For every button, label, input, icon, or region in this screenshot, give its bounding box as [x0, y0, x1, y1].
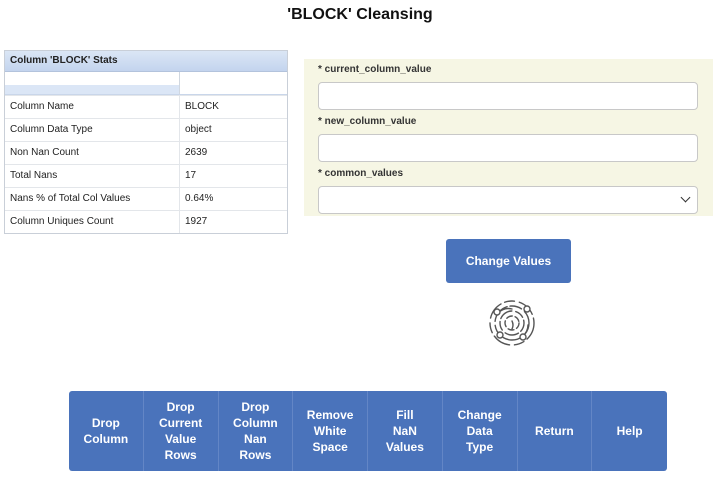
stat-label: Nans % of Total Col Values — [5, 188, 180, 210]
table-row: Non Nan Count 2639 — [5, 141, 287, 164]
fill-nan-values-button[interactable]: Fill NaN Values — [368, 391, 443, 471]
new-value-input[interactable] — [318, 134, 698, 162]
return-button[interactable]: Return — [518, 391, 593, 471]
remove-white-space-button[interactable]: Remove White Space — [293, 391, 368, 471]
stat-value: object — [185, 124, 212, 135]
stats-column-header-row — [5, 72, 287, 95]
stats-column-header-1[interactable] — [5, 72, 180, 94]
drop-column-button[interactable]: Drop Column — [69, 391, 144, 471]
stat-value: 2639 — [185, 147, 208, 158]
table-row: Column Name BLOCK — [5, 95, 287, 118]
change-data-type-button[interactable]: Change Data Type — [443, 391, 518, 471]
drop-current-value-rows-button[interactable]: Drop Current Value Rows — [144, 391, 219, 471]
stat-label: Total Nans — [5, 165, 180, 187]
stats-table: Column 'BLOCK' Stats Column Name BLOCK C… — [4, 50, 288, 234]
table-row: Column Uniques Count 1927 — [5, 210, 287, 233]
stats-table-header: Column 'BLOCK' Stats — [5, 51, 287, 72]
common-values-select[interactable] — [318, 186, 698, 214]
stat-value: BLOCK — [185, 101, 219, 112]
fingerprint-icon — [489, 300, 535, 346]
stat-label: Column Data Type — [5, 119, 180, 141]
table-row: Nans % of Total Col Values 0.64% — [5, 187, 287, 210]
page-title: 'BLOCK' Cleansing — [287, 6, 433, 23]
chevron-down-icon — [680, 192, 691, 203]
stat-value: 17 — [185, 170, 197, 181]
table-row: Column Data Type object — [5, 118, 287, 141]
stat-label: Column Name — [5, 96, 180, 118]
table-row: Total Nans 17 — [5, 164, 287, 187]
stat-label: Column Uniques Count — [5, 211, 180, 233]
change-values-button[interactable]: Change Values — [446, 239, 571, 283]
action-toolbar: Drop Column Drop Current Value Rows Drop… — [69, 391, 667, 471]
current-value-label: * current_column_value — [318, 64, 432, 75]
drop-column-nan-rows-button[interactable]: Drop Column Nan Rows — [219, 391, 294, 471]
help-button[interactable]: Help — [592, 391, 667, 471]
current-value-input[interactable] — [318, 82, 698, 110]
stat-value: 0.64% — [185, 193, 214, 204]
common-values-label: * common_values — [318, 168, 404, 179]
value-change-form: * current_column_value * new_column_valu… — [304, 59, 713, 216]
stat-value: 1927 — [185, 216, 208, 227]
new-value-label: * new_column_value — [318, 116, 417, 127]
stats-column-header-2[interactable] — [180, 72, 287, 94]
stat-label: Non Nan Count — [5, 142, 180, 164]
